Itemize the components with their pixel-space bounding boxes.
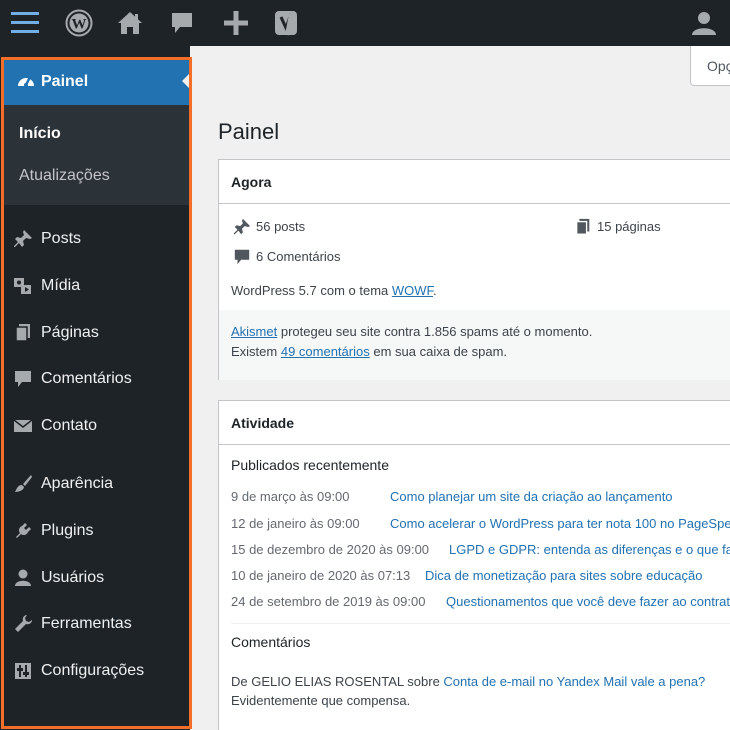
sidebar-item-label: Mídia — [41, 277, 81, 294]
sidebar-item-label: Comentários — [41, 370, 132, 387]
pages-count-link[interactable]: 15 páginas — [597, 219, 661, 234]
posts-count-link[interactable]: 56 posts — [256, 219, 305, 234]
menu-toggle-icon[interactable] — [0, 0, 50, 46]
post-link[interactable]: Dica de monetização para sites sobre edu… — [425, 568, 703, 583]
sidebar-item-label: Usuários — [41, 569, 105, 586]
comment-excerpt: Evidentemente que compensa. — [231, 693, 411, 708]
screen-options-button[interactable]: Opções — [690, 46, 730, 86]
sidebar-item-midia[interactable]: Mídia — [4, 266, 190, 306]
comment-icon — [233, 248, 251, 271]
pin-icon — [13, 229, 33, 254]
sidebar-item-posts[interactable]: Posts — [4, 219, 190, 259]
sidebar-item-paginas[interactable]: Páginas — [4, 313, 190, 353]
list-item: 12 de janeiro às 09:00 Como acelerar o Wo… — [231, 516, 730, 531]
comments-heading: Comentários — [231, 634, 311, 650]
media-icon — [13, 276, 33, 301]
comment-item: De GELIO ELIAS ROSENTAL sobre Conta de e… — [231, 674, 706, 689]
svg-text:W: W — [72, 17, 87, 33]
sidebar-item-label: Contato — [41, 417, 98, 434]
home-icon[interactable] — [114, 0, 146, 46]
list-item: 15 de dezembro de 2020 às 09:00 LGPD e GD… — [231, 542, 730, 557]
sidebar-item-label: Painel — [41, 72, 89, 90]
pin-icon — [233, 218, 251, 241]
sidebar-item-contato[interactable]: Contato — [4, 406, 190, 446]
current-indicator-arrow — [182, 73, 190, 89]
comment-icon — [13, 369, 33, 394]
spam-comments-link[interactable]: 49 comentários — [281, 344, 370, 359]
list-item: 10 de janeiro de 2020 às 07:13 Dica de mo… — [231, 568, 703, 583]
post-link[interactable]: LGPD e GDPR: entenda as diferenças e o q… — [449, 542, 730, 557]
user-avatar-icon[interactable] — [688, 0, 720, 46]
wrench-icon — [13, 614, 33, 639]
sidebar-item-comentarios[interactable]: Comentários — [4, 359, 190, 399]
wordpress-version-text: WordPress 5.7 com o tema WOWF. — [231, 283, 437, 298]
theme-link[interactable]: WOWF — [392, 283, 433, 298]
paintbrush-icon — [13, 474, 33, 499]
sidebar-item-ferramentas[interactable]: Ferramentas — [4, 604, 190, 644]
post-link[interactable]: Questionamentos que você deve fazer ao c… — [446, 594, 730, 609]
comment-post-link[interactable]: Conta de e-mail no Yandex Mail vale a pe… — [443, 674, 705, 689]
list-item: 24 de setembro de 2019 às 09:00 Questiona… — [231, 594, 730, 609]
akismet-text: Akismet protegeu seu site contra 1.856 s… — [231, 324, 593, 339]
admin-bar: W — [0, 0, 730, 46]
akismet-link[interactable]: Akismet — [231, 324, 277, 339]
submenu-item-atualizacoes[interactable]: Atualizações — [19, 167, 110, 185]
activity-widget-header[interactable]: Atividade — [219, 401, 730, 445]
sidebar-item-usuarios[interactable]: Usuários — [4, 558, 190, 598]
comment-icon[interactable] — [166, 0, 198, 46]
sidebar-item-painel[interactable]: Painel — [4, 58, 190, 105]
sidebar-item-label: Posts — [41, 230, 82, 247]
sidebar-submenu: Início Atualizações — [4, 105, 190, 205]
submenu-item-inicio[interactable]: Início — [19, 125, 61, 143]
sidebar-item-plugins[interactable]: Plugins — [4, 511, 190, 551]
page-title: Painel — [218, 119, 280, 144]
sidebar-item-aparencia[interactable]: Aparência — [4, 464, 190, 504]
wordpress-logo-icon[interactable]: W — [62, 0, 96, 46]
glance-widget: Agora 56 posts 15 páginas 6 Comentários … — [218, 159, 730, 380]
post-link[interactable]: Como planejar um site da criação ao lanç… — [390, 489, 673, 504]
sidebar-item-label: Aparência — [41, 475, 114, 492]
spam-text: Existem 49 comentários em sua caixa de s… — [231, 344, 508, 359]
sidebar-item-label: Páginas — [41, 324, 99, 341]
sidebar-item-label: Plugins — [41, 522, 94, 539]
list-item: 9 de março às 09:00 Como planejar um site… — [231, 489, 673, 504]
user-icon — [13, 568, 33, 593]
sidebar-item-configuracoes[interactable]: Configurações — [4, 651, 190, 691]
pages-icon — [574, 218, 592, 241]
settings-sliders-icon — [13, 661, 33, 686]
post-link[interactable]: Como acelerar o WordPress para ter nota … — [390, 516, 730, 531]
activity-widget: Atividade Publicados recentemente 9 de m… — [218, 400, 730, 730]
dashboard-icon — [16, 71, 36, 96]
envelope-icon — [13, 416, 33, 441]
comments-count-link[interactable]: 6 Comentários — [256, 249, 341, 264]
pages-icon — [13, 323, 33, 348]
divider — [231, 623, 730, 624]
sidebar-item-label: Ferramentas — [41, 615, 132, 632]
plus-icon[interactable] — [220, 0, 252, 46]
plug-icon — [13, 521, 33, 546]
published-heading: Publicados recentemente — [231, 457, 389, 473]
sidebar-item-label: Configurações — [41, 662, 145, 679]
yoast-icon[interactable] — [272, 0, 304, 46]
glance-widget-header[interactable]: Agora — [219, 160, 730, 204]
